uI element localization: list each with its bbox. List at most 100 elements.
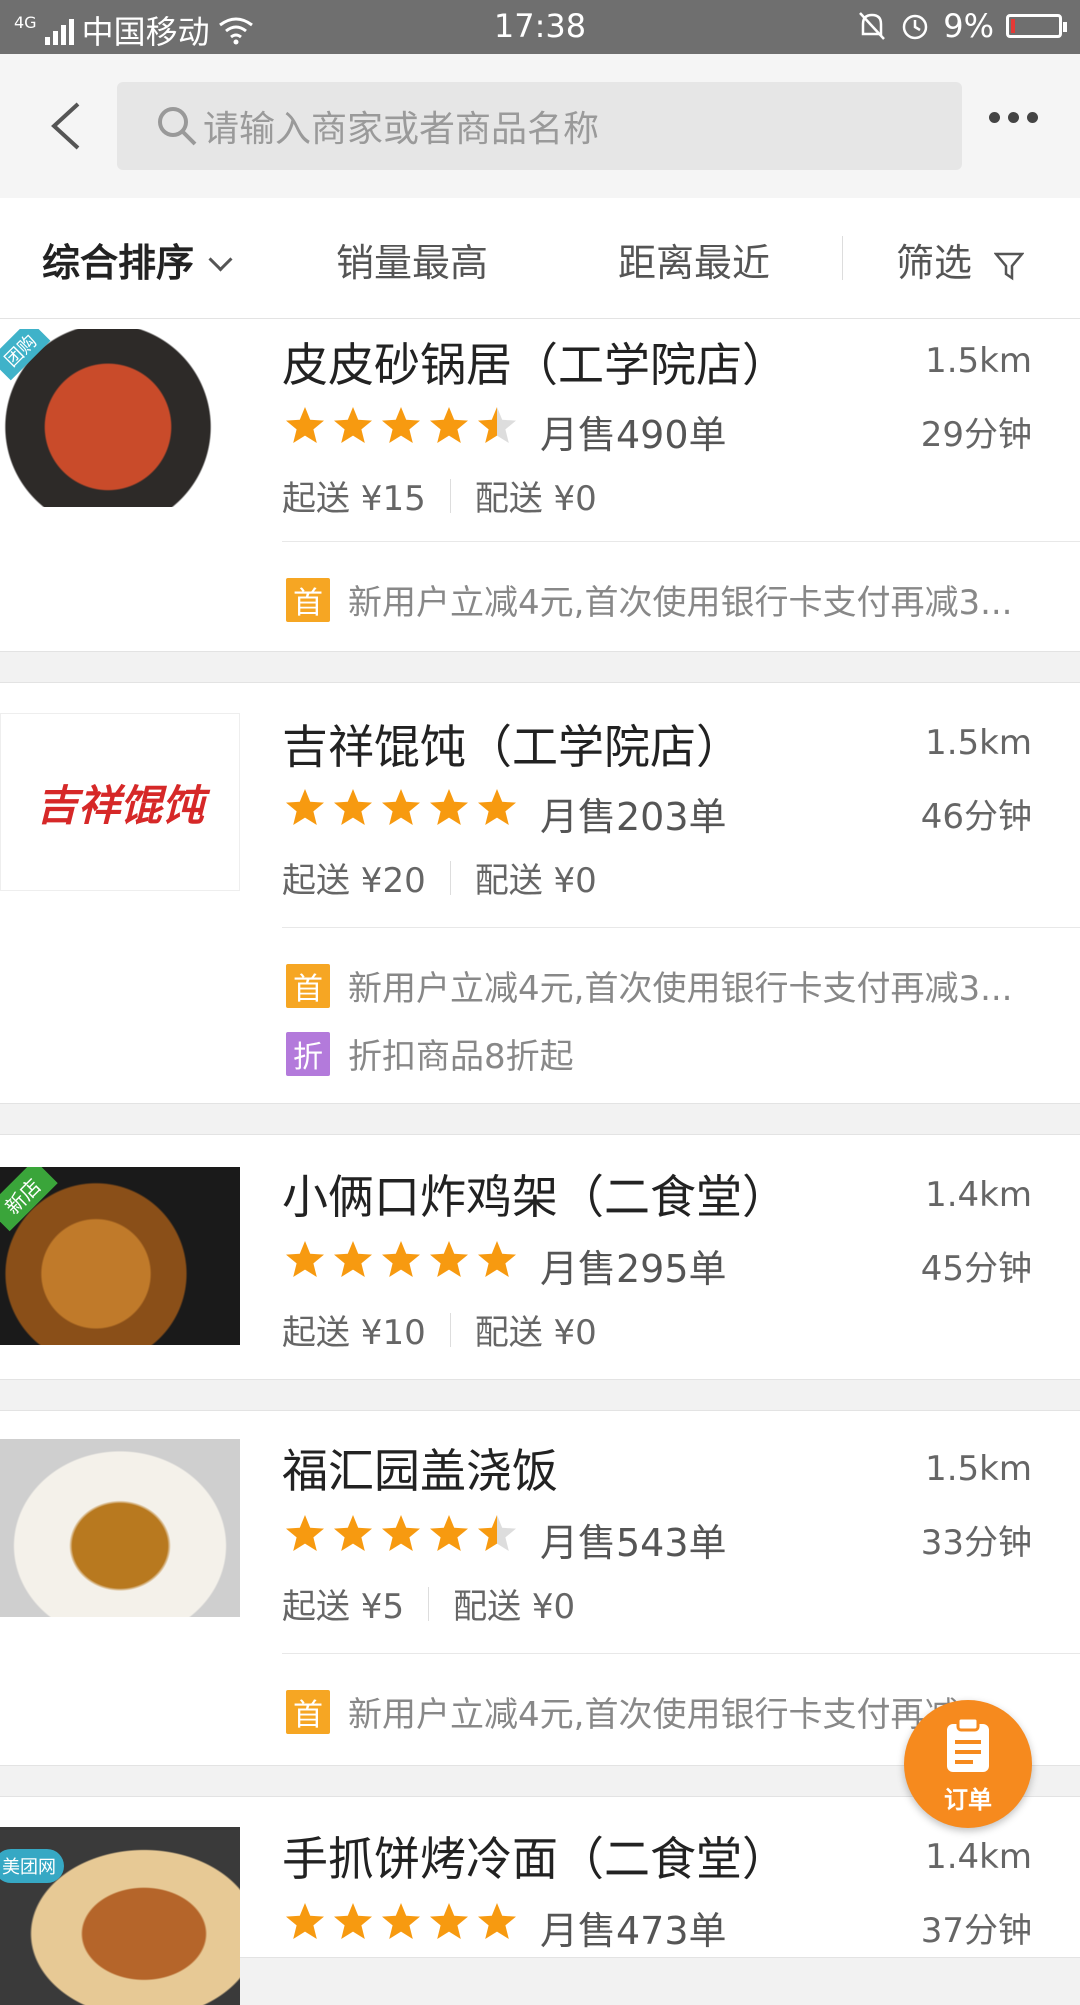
promo-text: 折扣商品8折起 [348,1037,574,1077]
star-icon [382,789,420,825]
discount-badge: 折 [286,1031,330,1076]
star-icon [286,1515,324,1551]
promo-text: 新用户立减4元,首次使用银行卡支付再减3... [348,583,1013,623]
delivery-time: 33分钟 [920,1523,1032,1563]
min-order: 起送 ¥15 [282,479,426,519]
star-icon [334,1241,372,1277]
star-rating [284,1901,518,1943]
star-icon [382,1903,420,1939]
groupbuy-tag: 团购 [0,329,51,381]
store-name: 吉祥馄饨（工学院店） [282,720,742,774]
promo-item: 折 折扣商品8折起 [286,1029,574,1078]
star-icon [478,1903,516,1939]
store-distance: 1.5km [925,723,1032,763]
star-icon [286,1903,324,1939]
divider [282,1653,1080,1654]
store-name: 皮皮砂锅居（工学院店） [282,338,788,392]
search-input[interactable]: 请输入商家或者商品名称 [117,82,962,170]
filter-label: 筛选 [896,241,973,285]
store-distance: 1.5km [925,341,1032,381]
star-icon [382,1515,420,1551]
sort-comprehensive-label: 综合排序 [42,241,195,285]
promo-text: 新用户立减4元,首次使用银行卡支付再减3... [348,969,1013,1009]
divider [282,541,1080,542]
store-name: 福汇园盖浇饭 [282,1444,558,1498]
meituan-tag: 美团网 [0,1849,64,1883]
filter-icon [994,252,1025,280]
delivery-fee: 配送 ¥0 [474,1313,597,1353]
store-name: 小俩口炸鸡架（二食堂） [282,1170,788,1224]
sort-distance-label: 距离最近 [618,241,771,285]
status-bar: 4G 中国移动 17:38 9% [0,0,1080,54]
new-store-tag: 新店 [0,1167,58,1232]
store-image [0,1439,240,1617]
star-icon [478,407,516,443]
sort-bar: 综合排序 销量最高 距离最近 筛选 [0,198,1080,319]
store-distance: 1.5km [925,1449,1032,1489]
delivery-fee: 配送 ¥0 [474,479,597,519]
star-icon [430,789,468,825]
clipboard-icon [947,1718,989,1772]
star-icon [286,1241,324,1277]
top-bar: 请输入商家或者商品名称 [0,54,1080,199]
delivery-time: 37分钟 [920,1911,1032,1951]
monthly-sales: 月售473单 [540,1909,727,1953]
star-icon [286,789,324,825]
star-rating [284,1239,518,1281]
store-card[interactable]: 新店 小俩口炸鸡架（二食堂） 1.4km 月售295单 45分钟 起送 ¥10 … [0,1134,1080,1380]
store-logo: 吉祥馄饨 [0,713,240,891]
chevron-down-icon [208,247,233,272]
store-fees: 起送 ¥10 配送 ¥0 [282,1305,597,1354]
store-fees: 起送 ¥5 配送 ¥0 [282,1579,575,1628]
orders-label: 订单 [944,1786,992,1814]
orders-button[interactable]: 订单 [904,1700,1032,1828]
star-icon [430,1241,468,1277]
delivery-fee: 配送 ¥0 [474,861,597,901]
min-order: 起送 ¥20 [282,861,426,901]
sort-distance[interactable]: 距离最近 [618,232,770,287]
search-placeholder: 请输入商家或者商品名称 [203,109,600,150]
promo-text: 新用户立减4元,首次使用银行卡支付再减3... [348,1695,1013,1735]
sort-sales-label: 销量最高 [336,241,489,285]
star-icon [334,407,372,443]
search-icon [158,107,197,146]
first-order-badge: 首 [286,1689,330,1734]
store-card[interactable]: 美团网 手抓饼烤冷面（二食堂） 1.4km 月售473单 37分钟 [0,1796,1080,2005]
min-order: 起送 ¥5 [282,1587,405,1627]
store-image: 团购 [0,329,240,507]
sort-comprehensive[interactable]: 综合排序 [42,232,233,287]
star-icon [382,1241,420,1277]
monthly-sales: 月售203单 [540,795,727,839]
star-icon [478,1515,516,1551]
star-rating [284,1513,518,1555]
monthly-sales: 月售490单 [540,413,727,457]
sort-sales[interactable]: 销量最高 [336,232,488,287]
store-card[interactable]: 团购 皮皮砂锅居（工学院店） 1.5km 月售490单 29分钟 起送 ¥15 … [0,318,1080,652]
star-icon [430,1515,468,1551]
back-arrow-icon[interactable] [42,100,94,152]
star-icon [334,1515,372,1551]
store-fees: 起送 ¥20 配送 ¥0 [282,853,597,902]
battery-percent: 9% [943,7,994,45]
delivery-time: 29分钟 [920,415,1032,455]
divider [282,927,1080,928]
store-name: 手抓饼烤冷面（二食堂） [282,1832,788,1886]
first-order-badge: 首 [286,577,330,622]
delivery-fee: 配送 ¥0 [453,1587,576,1627]
delivery-time: 46分钟 [920,797,1032,837]
star-rating [284,405,518,447]
first-order-badge: 首 [286,963,330,1008]
star-icon [478,789,516,825]
store-card[interactable]: 福汇园盖浇饭 1.5km 月售543单 33分钟 起送 ¥5 配送 ¥0 首 新… [0,1410,1080,1766]
star-icon [286,407,324,443]
store-distance: 1.4km [925,1175,1032,1215]
star-icon [334,1903,372,1939]
more-icon[interactable] [989,112,1038,123]
star-icon [430,1903,468,1939]
filter-button[interactable]: 筛选 [896,232,1025,287]
logo-text: 吉祥馄饨 [35,780,204,830]
monthly-sales: 月售295单 [540,1247,727,1291]
alarm-icon [902,14,928,40]
store-image: 新店 [0,1167,240,1345]
store-card[interactable]: 吉祥馄饨 吉祥馄饨（工学院店） 1.5km 月售203单 46分钟 起送 ¥20… [0,682,1080,1104]
